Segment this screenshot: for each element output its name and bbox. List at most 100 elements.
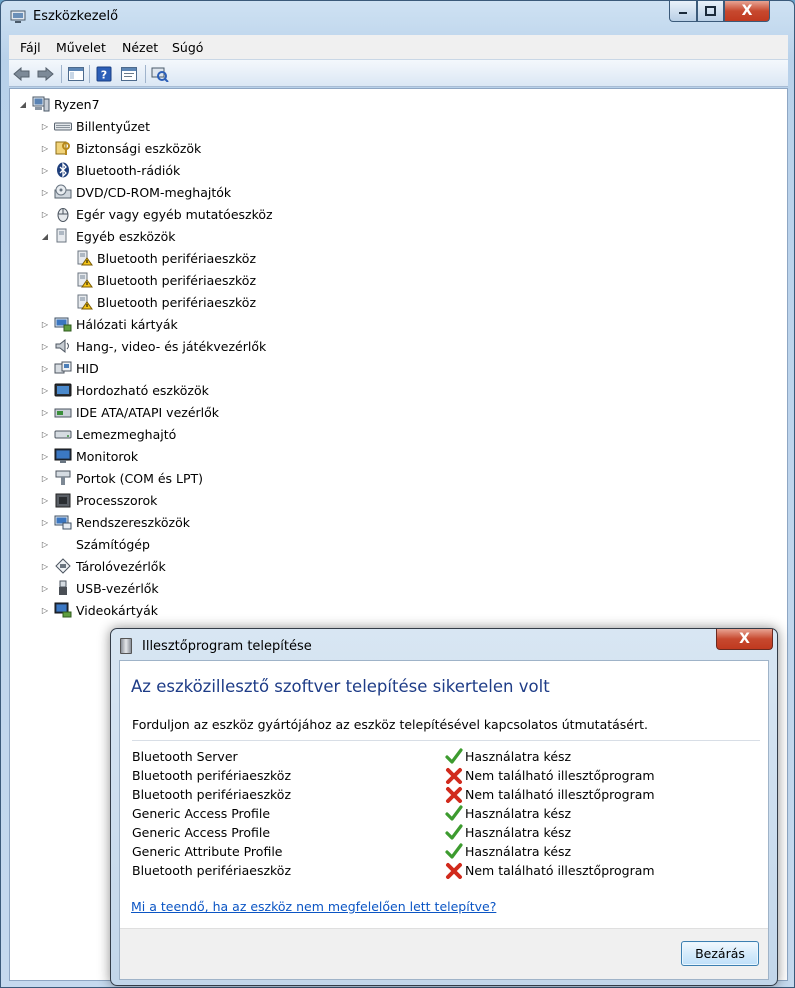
expand-arrow-icon[interactable]: ▷: [40, 144, 50, 153]
tree-item[interactable]: ◢ Egyéb eszközök: [40, 226, 175, 246]
tree-item[interactable]: ▷ Számítógép: [40, 534, 150, 554]
expand-arrow-icon[interactable]: ▷: [40, 540, 50, 549]
root-label: Ryzen7: [54, 96, 100, 112]
dialog-heading: Az eszközillesztő szoftver telepítése si…: [131, 677, 550, 696]
tree-item[interactable]: ▷ Monitorok: [40, 446, 138, 466]
expand-arrow-icon[interactable]: ▷: [40, 320, 50, 329]
tree-item[interactable]: ▷ Bluetooth-rádiók: [40, 160, 180, 180]
collapse-arrow-icon[interactable]: ◢: [18, 100, 28, 109]
device-status-row: Generic Access Profile Használatra kész: [132, 805, 752, 824]
install-status: Használatra kész: [445, 748, 571, 765]
back-button[interactable]: [13, 65, 31, 83]
tree-item[interactable]: ▷ Egér vagy egyéb mutatóeszköz: [40, 204, 273, 224]
dialog-footer: Bezárás: [120, 928, 768, 979]
tree-item-label: Lemezmeghajtó: [76, 426, 177, 442]
toolbar-separator: [61, 65, 62, 83]
tree-item-label: DVD/CD-ROM-meghajtók: [76, 184, 232, 200]
tree-item[interactable]: ▷ Rendszereszközök: [40, 512, 190, 532]
tree-item-label: Videokártyák: [76, 602, 159, 618]
expand-arrow-icon[interactable]: ▷: [40, 166, 50, 175]
title-bar[interactable]: Eszközkezelő X: [1, 1, 794, 33]
minimize-button[interactable]: [669, 1, 697, 22]
device-name: Generic Attribute Profile: [132, 844, 283, 859]
tree-item[interactable]: ▷ Hang-, video- és játékvezérlők: [40, 336, 266, 356]
storage-controller-icon: [55, 558, 71, 574]
help-icon: ?: [96, 66, 112, 82]
status-text: Használatra kész: [465, 749, 572, 764]
expand-arrow-icon[interactable]: ▷: [40, 496, 50, 505]
help-link[interactable]: Mi a teendő, ha az eszköz nem megfelelőe…: [131, 899, 496, 914]
tree-item[interactable]: ▷ IDE ATA/ATAPI vezérlők: [40, 402, 219, 422]
expand-arrow-icon[interactable]: ▷: [40, 518, 50, 527]
tree-root[interactable]: ◢ Ryzen7: [18, 94, 100, 114]
portable-device-icon: [54, 383, 72, 397]
expand-arrow-icon[interactable]: ▷: [40, 188, 50, 197]
computer-icon: [32, 96, 50, 112]
tree-item[interactable]: ▷ Videokártyák: [40, 600, 158, 620]
dialog-close-button[interactable]: X: [716, 629, 773, 650]
error-x-icon: [446, 787, 462, 803]
window-close-button[interactable]: X: [724, 1, 770, 22]
tree-item-label: Bluetooth perifériaeszköz: [97, 272, 257, 288]
menu-action[interactable]: Művelet: [56, 40, 106, 55]
dvd-drive-icon: [54, 184, 72, 199]
speaker-icon: [55, 338, 69, 354]
expand-arrow-icon[interactable]: ▷: [40, 386, 50, 395]
install-status: Használatra kész: [445, 805, 571, 822]
tree-item-label: Bluetooth perifériaeszköz: [97, 294, 257, 310]
maximize-button[interactable]: [697, 1, 724, 22]
tree-item[interactable]: ▷ Lemezmeghajtó: [40, 424, 176, 444]
tree-item-label: Rendszereszközök: [76, 514, 190, 530]
device-status-row: Bluetooth perifériaeszköz Nem található i…: [132, 862, 752, 881]
expand-arrow-icon[interactable]: ▷: [40, 562, 50, 571]
close-icon: X: [739, 631, 750, 647]
tree-item[interactable]: ▷ Hordozható eszközök: [40, 380, 209, 400]
expand-arrow-icon[interactable]: ▷: [40, 452, 50, 461]
device-name: Bluetooth perifériaeszköz: [132, 863, 292, 878]
tree-child-item[interactable]: Bluetooth perifériaeszköz: [61, 270, 256, 290]
menu-file[interactable]: Fájl: [20, 40, 41, 55]
tree-item[interactable]: ▷ Portok (COM és LPT): [40, 468, 203, 488]
expand-arrow-icon[interactable]: ▷: [40, 210, 50, 219]
tree-child-item[interactable]: Bluetooth perifériaeszköz: [61, 248, 256, 268]
maximize-icon: [705, 6, 716, 16]
tree-item[interactable]: ▷ Hálózati kártyák: [40, 314, 178, 334]
expand-arrow-icon[interactable]: ▷: [40, 122, 50, 131]
expand-arrow-icon[interactable]: ▷: [40, 364, 50, 373]
tree-item[interactable]: ▷ Processzorok: [40, 490, 157, 510]
tree-item-label: HID: [76, 360, 99, 376]
tree-item-label: Tárolóvezérlők: [76, 558, 166, 574]
tree-item[interactable]: ▷ DVD/CD-ROM-meghajtók: [40, 182, 231, 202]
collapse-arrow-icon[interactable]: ◢: [40, 232, 50, 241]
error-x-icon: [446, 863, 462, 879]
expand-arrow-icon[interactable]: ▷: [40, 584, 50, 593]
tree-item-label: IDE ATA/ATAPI vezérlők: [76, 404, 220, 420]
menu-view[interactable]: Nézet: [122, 40, 158, 55]
tree-item[interactable]: ▷ Tárolóvezérlők: [40, 556, 166, 576]
tree-item[interactable]: ▷ Billentyűzet: [40, 116, 150, 136]
forward-button[interactable]: [36, 65, 54, 83]
install-status: Nem található illesztőprogram: [445, 786, 655, 803]
checkmark-icon: [445, 805, 463, 821]
expand-arrow-icon[interactable]: ▷: [40, 342, 50, 351]
tree-item[interactable]: ▷ USB-vezérlők: [40, 578, 159, 598]
properties-button[interactable]: [120, 65, 138, 83]
device-name: Generic Access Profile: [132, 806, 271, 821]
expand-arrow-icon[interactable]: ▷: [40, 474, 50, 483]
help-button[interactable]: ?: [95, 65, 113, 83]
scan-hardware-button[interactable]: [151, 65, 169, 83]
expand-arrow-icon[interactable]: ▷: [40, 430, 50, 439]
tree-child-item[interactable]: Bluetooth perifériaeszköz: [61, 292, 256, 312]
expand-arrow-icon[interactable]: ▷: [40, 408, 50, 417]
tree-item[interactable]: ▷ HID: [40, 358, 99, 378]
tree-item-label: Hang-, video- és játékvezérlők: [76, 338, 267, 354]
close-button[interactable]: Bezárás: [681, 941, 759, 966]
device-status-row: Generic Access Profile Használatra kész: [132, 824, 752, 843]
menu-help[interactable]: Súgó: [172, 40, 203, 55]
tree-item-label: Számítógép: [76, 536, 150, 552]
tree-item[interactable]: ▷ Biztonsági eszközök: [40, 138, 201, 158]
computer-icon: [54, 536, 72, 552]
expand-arrow-icon[interactable]: ▷: [40, 606, 50, 615]
tree-item-label: Biztonsági eszközök: [76, 140, 202, 156]
console-tree-button[interactable]: [67, 65, 85, 83]
